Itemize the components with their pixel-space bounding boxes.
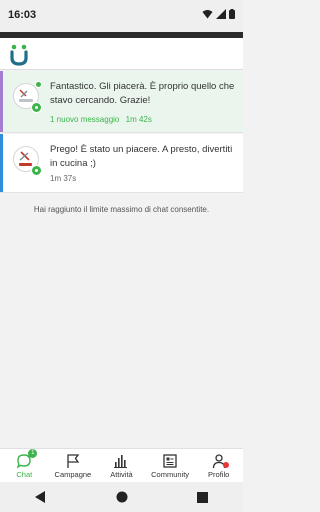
chat-message: Fantastico. Gli piacerà. È proprio quell… <box>50 81 235 106</box>
campaign-badge-icon <box>31 165 42 176</box>
nav-label: Attività <box>110 470 133 479</box>
nav-label: Profilo <box>208 470 230 479</box>
recents-button[interactable] <box>193 487 213 507</box>
nav-campagne[interactable]: Campagne <box>49 449 98 482</box>
online-status-dot <box>35 81 42 88</box>
system-nav-bar <box>0 482 243 512</box>
chat-item[interactable]: Fantastico. Gli piacerà. È proprio quell… <box>0 71 243 133</box>
home-button[interactable] <box>112 487 132 507</box>
chat-item[interactable]: Prego! È stato un piacere. A presto, div… <box>0 134 243 193</box>
community-board-icon <box>163 454 177 468</box>
signal-icon <box>216 9 226 19</box>
app-header <box>0 38 243 70</box>
chat-limit-note: Hai raggiunto il limite massimo di chat … <box>33 205 210 214</box>
new-message-label: 1 nuovo messaggio <box>50 115 120 124</box>
avatar-wrap <box>13 81 42 113</box>
chat-message: Prego! È stato un piacere. A presto, div… <box>50 144 233 169</box>
chat-accent-bar <box>0 71 3 132</box>
nav-community[interactable]: Community <box>146 449 195 482</box>
chat-list: Fantastico. Gli piacerà. È proprio quell… <box>0 71 243 193</box>
status-icons <box>202 9 235 19</box>
chat-meta: 1m 37s <box>50 174 76 183</box>
app-logo-icon <box>10 44 28 66</box>
chat-time: 1m 42s <box>125 115 152 124</box>
flag-icon <box>67 454 80 468</box>
home-circle-icon <box>116 491 127 503</box>
profile-alert-dot <box>222 462 229 468</box>
nav-label: Community <box>151 470 190 479</box>
back-triangle-icon <box>35 491 45 503</box>
nav-label: Campagne <box>54 470 92 479</box>
chat-time: 1m 37s <box>50 174 77 183</box>
activity-bars-icon <box>114 455 128 468</box>
nav-profilo[interactable]: Profilo <box>194 449 243 482</box>
recents-square-icon <box>197 491 208 503</box>
status-bar: 16:03 <box>0 0 243 32</box>
nav-label: Chat <box>16 470 33 479</box>
bottom-nav: 1 Chat Campagne Attività Community Profi… <box>0 448 243 482</box>
battery-icon <box>229 9 235 19</box>
chat-count-badge: 1 <box>28 449 38 458</box>
nav-chat[interactable]: 1 Chat <box>0 449 49 482</box>
campaign-badge-icon <box>31 102 42 113</box>
chat-accent-bar <box>0 134 3 192</box>
back-button[interactable] <box>31 487 51 507</box>
status-time: 16:03 <box>8 9 37 21</box>
chat-meta: 1 nuovo messaggio 1m 42s <box>50 115 152 124</box>
avatar-wrap <box>13 146 42 176</box>
wifi-icon <box>202 10 213 19</box>
nav-attivita[interactable]: Attività <box>97 449 146 482</box>
